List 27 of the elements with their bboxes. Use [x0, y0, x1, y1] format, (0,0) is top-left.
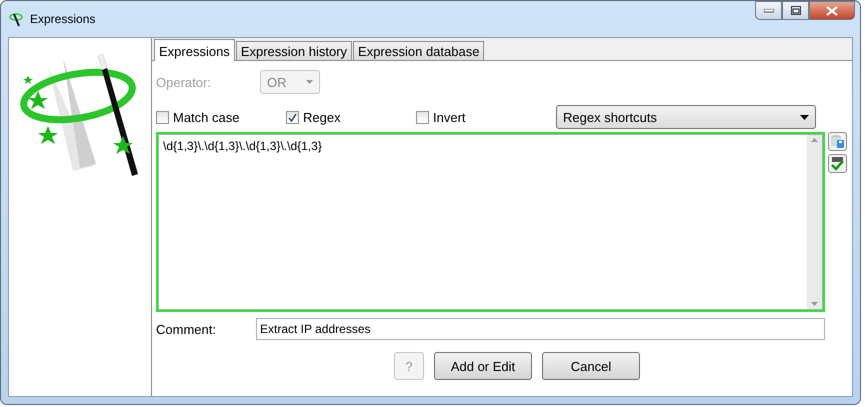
checkbox[interactable]	[416, 110, 429, 124]
maximize-button[interactable]	[782, 1, 809, 20]
operator-label: Operator:	[156, 74, 212, 90]
checkbox-label: Regex	[303, 110, 341, 124]
dialog-button[interactable]: Cancel	[542, 352, 640, 380]
checkbox[interactable]	[286, 110, 299, 124]
dialog-button[interactable]: Add or Edit	[434, 352, 532, 380]
minimize-icon	[764, 8, 774, 12]
checkbox-label: Invert	[433, 110, 466, 124]
spellcheck-button[interactable]	[828, 154, 847, 173]
tab[interactable]: Expression database	[353, 41, 484, 60]
minimize-button[interactable]	[755, 1, 782, 20]
regex-shortcuts-dropdown[interactable]: Regex shortcuts	[556, 105, 816, 129]
comment-label: Comment:	[156, 322, 217, 336]
database-save-button[interactable]	[828, 132, 847, 151]
checkbox-label: Match case	[173, 110, 240, 124]
tab[interactable]: Expression history	[236, 41, 352, 60]
window-title: Expressions	[30, 12, 96, 26]
wand-icon	[8, 11, 24, 27]
close-button[interactable]	[809, 1, 855, 20]
caret-icon	[306, 80, 313, 84]
tab[interactable]: Expressions	[154, 39, 235, 61]
close-icon	[826, 6, 838, 16]
checkbox[interactable]	[156, 110, 169, 124]
caret-icon	[800, 114, 809, 120]
comment-field[interactable]: Extract IP addresses	[256, 318, 825, 340]
maximize-icon	[790, 6, 800, 15]
